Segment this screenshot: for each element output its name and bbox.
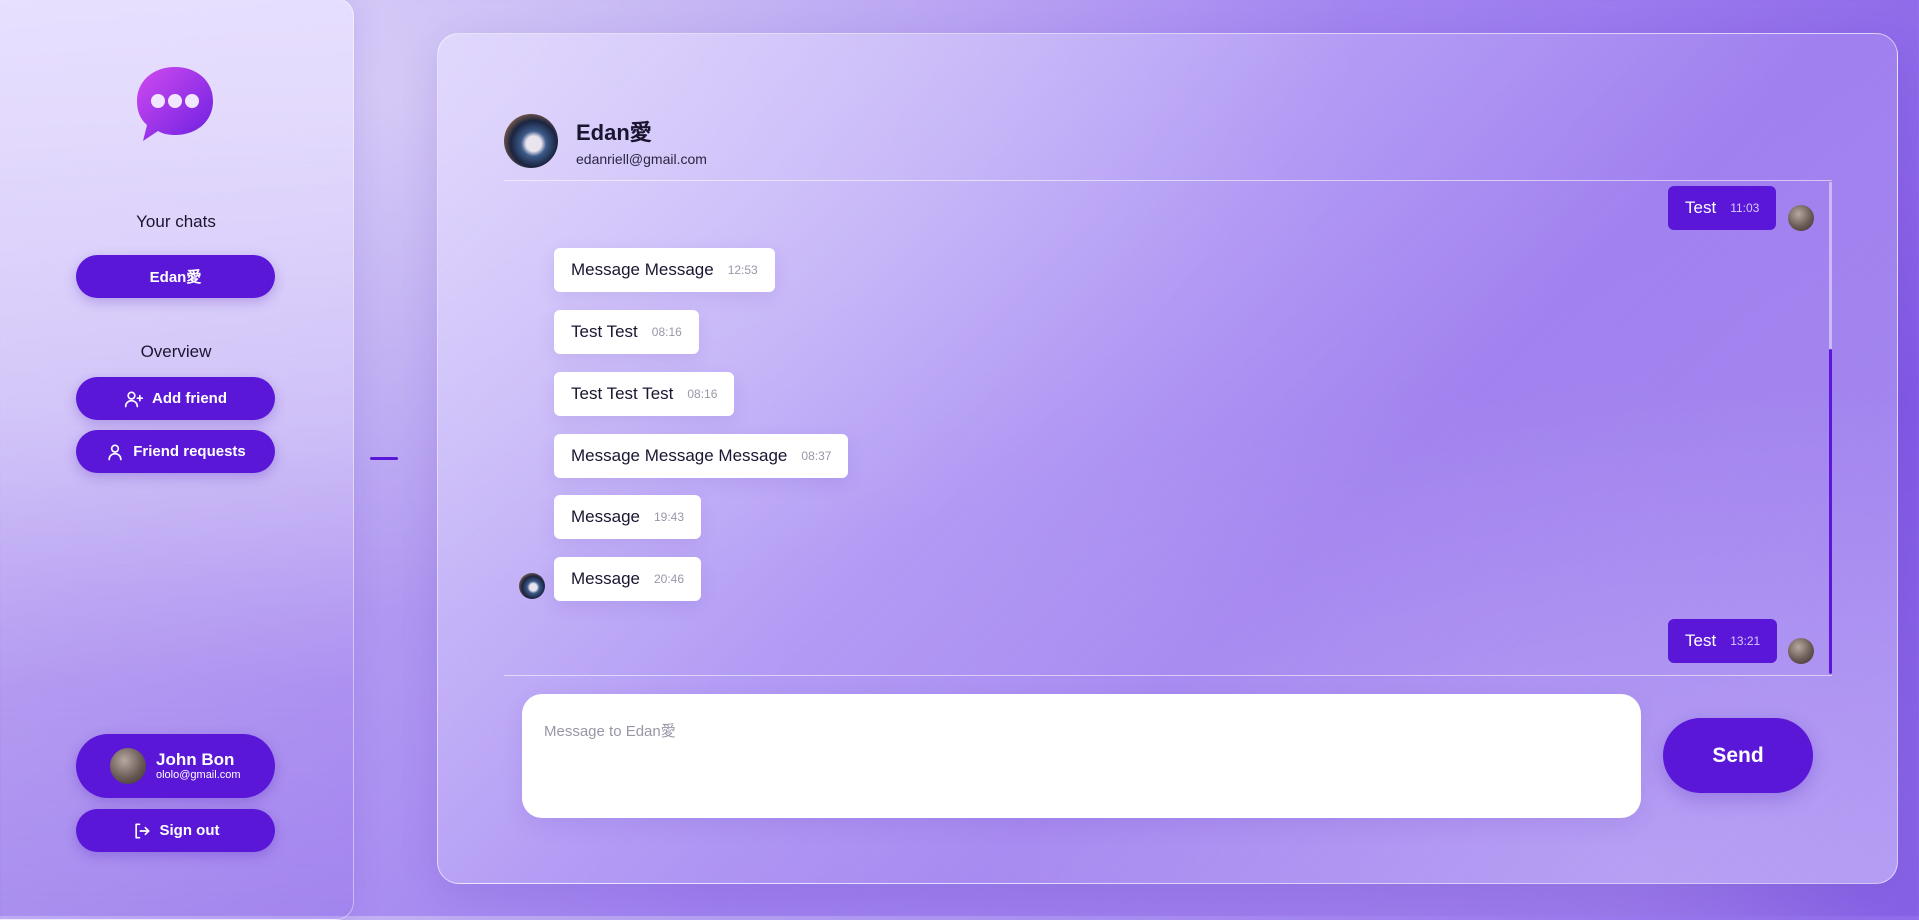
contact-email: edanriell@gmail.com xyxy=(576,151,707,167)
chat-item-label: Edan愛 xyxy=(149,269,202,286)
chat-item-edan[interactable]: Edan愛 xyxy=(76,255,275,298)
message-text: Message Message Message xyxy=(571,446,788,465)
chat-panel: Edan愛 edanriell@gmail.com Test 11:03 Mes… xyxy=(437,33,1898,884)
message-bubble-incoming: Message 19:43 xyxy=(554,495,702,539)
contact-avatar xyxy=(504,114,558,168)
friend-requests-button[interactable]: Friend requests xyxy=(76,430,275,473)
avatar xyxy=(1788,638,1814,664)
sign-out-label: Sign out xyxy=(159,822,220,839)
message-text: Test Test Test xyxy=(571,384,674,403)
message-text: Test xyxy=(1685,198,1717,217)
avatar xyxy=(1788,205,1814,231)
sign-out-button[interactable]: Sign out xyxy=(76,809,275,852)
sidebar: Your chats Edan愛 Overview Add friend Fri… xyxy=(0,0,354,920)
chat-header: Edan愛 edanriell@gmail.com xyxy=(504,114,707,168)
message-text: Message Message xyxy=(571,260,714,279)
message-bubble-outgoing: Test 13:21 xyxy=(1668,619,1778,663)
message-bubble-incoming: Message Message Message 08:37 xyxy=(554,434,849,478)
user-icon xyxy=(108,444,122,460)
user-plus-icon xyxy=(124,391,144,407)
message-time: 20:46 xyxy=(653,572,685,586)
your-chats-heading: Your chats xyxy=(136,212,216,231)
message-text: Message xyxy=(571,569,640,588)
sidebar-toggle-handle[interactable] xyxy=(370,457,398,460)
message-bubble-incoming: Test Test Test 08:16 xyxy=(554,372,735,416)
contact-name: Edan愛 xyxy=(576,120,652,145)
chat-bubble-logo-icon xyxy=(135,63,215,143)
add-friend-button[interactable]: Add friend xyxy=(76,377,275,420)
message-text: Test xyxy=(1685,631,1717,650)
message-input[interactable] xyxy=(522,694,1641,818)
sign-out-icon xyxy=(134,823,149,838)
message-text: Test Test xyxy=(571,322,638,341)
user-email: ololo@gmail.com xyxy=(156,769,241,782)
avatar xyxy=(110,748,146,784)
user-name: John Bon xyxy=(156,749,235,769)
message-time: 08:16 xyxy=(651,325,682,339)
composer-divider xyxy=(504,675,1832,676)
message-time: 19:43 xyxy=(653,510,685,524)
message-bubble-incoming: Message Message 12:53 xyxy=(554,248,775,292)
user-profile-card[interactable]: John Bon ololo@gmail.com xyxy=(76,734,275,798)
message-time: 08:16 xyxy=(687,387,718,401)
message-bubble-outgoing: Test 11:03 xyxy=(1668,186,1777,230)
message-time: 11:03 xyxy=(1730,201,1760,215)
avatar xyxy=(519,573,545,599)
message-bubble-incoming: Message 20:46 xyxy=(554,557,702,601)
message-scrollbar-thumb[interactable] xyxy=(1829,349,1832,674)
message-time: 13:21 xyxy=(1730,634,1761,648)
add-friend-label: Add friend xyxy=(152,390,227,407)
send-button[interactable]: Send xyxy=(1663,718,1813,793)
friend-requests-label: Friend requests xyxy=(133,443,246,460)
message-time: 12:53 xyxy=(727,263,758,277)
overview-heading: Overview xyxy=(140,342,212,361)
header-divider xyxy=(504,180,1832,181)
message-time: 08:37 xyxy=(801,449,832,463)
message-bubble-incoming: Test Test 08:16 xyxy=(554,310,699,354)
message-text: Message xyxy=(571,507,640,526)
